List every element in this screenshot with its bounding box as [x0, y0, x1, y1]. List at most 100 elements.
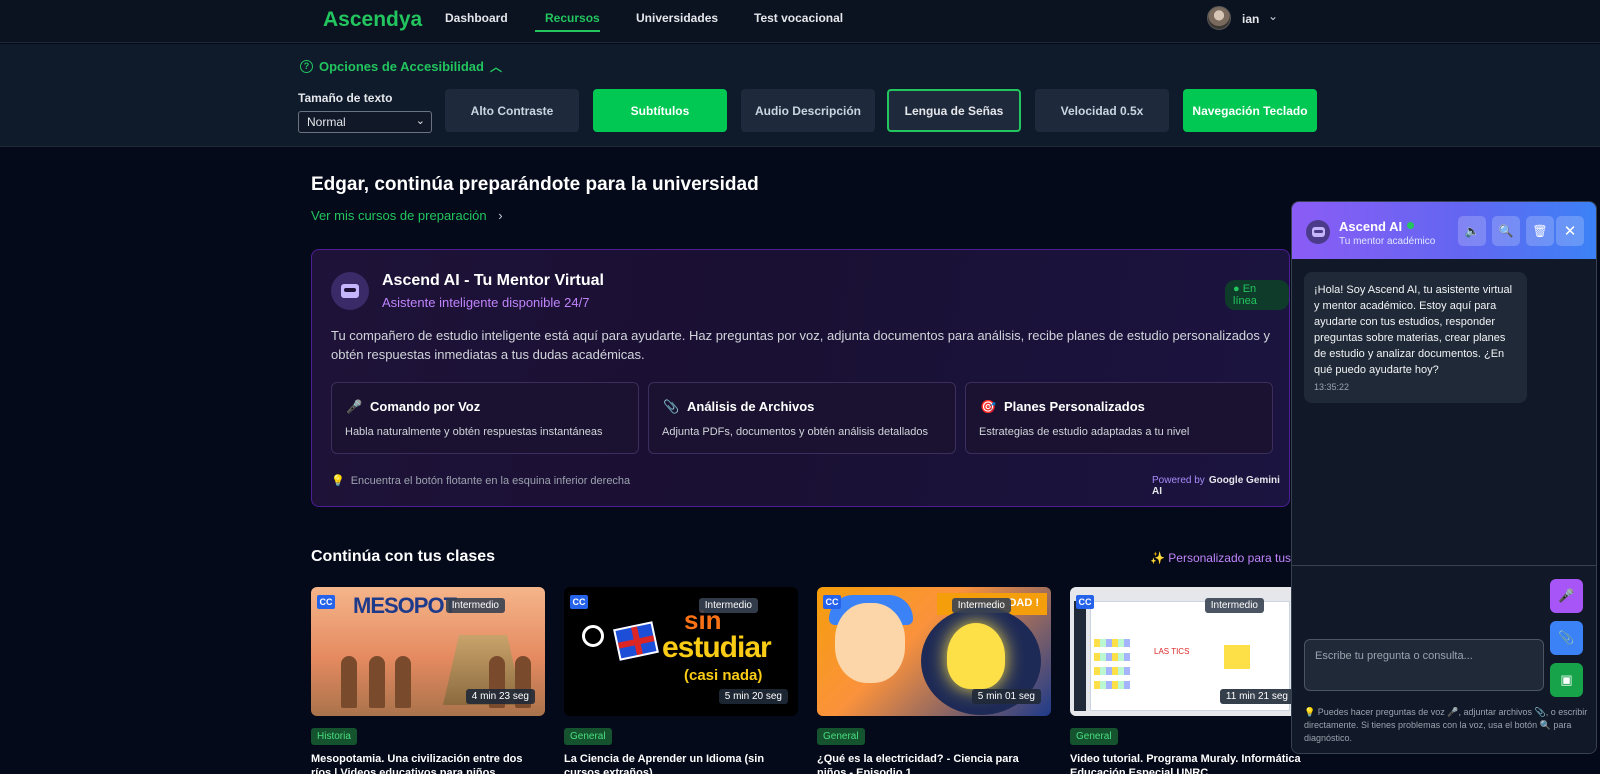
ai-card-title: Ascend AI - Tu Mentor Virtual — [382, 272, 604, 289]
ai-card-hint-text: Encuentra el botón flotante en la esquin… — [350, 475, 631, 487]
accessibility-toggle-label: Opciones de Accesibilidad — [319, 59, 484, 74]
avatar[interactable] — [1207, 6, 1231, 30]
sparkle-icon: ✨ — [1150, 551, 1169, 565]
lightbulb-icon: 💡 — [331, 475, 345, 487]
text-size-select[interactable]: Normal ⌄ — [298, 111, 432, 133]
speaker-icon[interactable]: 🔈 — [1458, 216, 1486, 246]
message-text: ¡Hola! Soy Ascend AI, tu asistente virtu… — [1314, 284, 1513, 376]
nav-dashboard[interactable]: Dashboard — [445, 11, 508, 25]
feature-plans: 🎯 Planes Personalizados Estrategias de e… — [965, 382, 1273, 454]
audio-description-button[interactable]: Audio Descripción — [741, 89, 875, 132]
video-title[interactable]: La Ciencia de Aprender un Idioma (sin cu… — [564, 752, 798, 774]
prep-courses-link[interactable]: Ver mis cursos de preparación › — [311, 208, 503, 223]
video-card[interactable]: LAS TICS CC Intermedio 11 min 21 seg Gen… — [1070, 587, 1304, 774]
app-logo[interactable]: Ascendya — [323, 8, 422, 32]
accessibility-toggle[interactable]: ? Opciones de Accesibilidad ︿ — [300, 58, 502, 75]
powered-by: Powered by Google Gemini AI — [1152, 475, 1289, 497]
help-circle-icon: ? — [300, 60, 313, 73]
cc-badge: CC — [570, 595, 588, 609]
video-title[interactable]: Video tutorial. Programa Muraly. Informá… — [1070, 752, 1304, 774]
category-tag: General — [1070, 728, 1118, 745]
paperclip-icon: 📎 — [663, 399, 680, 414]
thumbnail-text: LAS TICS — [1154, 647, 1190, 656]
thumbnail-text: (casi nada) — [684, 667, 763, 684]
video-title[interactable]: Mesopotamia. Una civilización entre dos … — [311, 752, 545, 774]
chevron-down-icon: ⌄ — [415, 115, 425, 127]
category-tag: General — [817, 728, 865, 745]
thumbnail-text: MESOPOT — [353, 593, 457, 618]
online-dot-icon — [1407, 222, 1414, 229]
user-name[interactable]: ian — [1242, 12, 1259, 26]
text-size-label: Tamaño de texto — [298, 91, 393, 105]
chat-title: Ascend AI — [1339, 219, 1403, 234]
trash-icon[interactable]: 🗑 — [1526, 216, 1554, 246]
assistant-message: ¡Hola! Soy Ascend AI, tu asistente virtu… — [1304, 272, 1527, 403]
robot-icon — [1306, 220, 1330, 244]
search-icon[interactable]: 🔍 — [1492, 216, 1520, 246]
nav-recursos[interactable]: Recursos — [545, 11, 600, 25]
nav-universidades[interactable]: Universidades — [636, 11, 718, 25]
ai-card-hint: 💡 Encuentra el botón flotante en la esqui… — [331, 474, 630, 487]
feature-desc: Adjunta PDFs, documentos y obtén análisi… — [662, 426, 928, 438]
cc-badge: CC — [1076, 595, 1094, 609]
ai-card-description: Tu compañero de estudio inteligente está… — [331, 328, 1270, 362]
duration-badge: 5 min 20 seg — [718, 689, 788, 704]
chat-tip: 💡 Puedes hacer preguntas de voz 🎤, adjun… — [1304, 707, 1588, 743]
paperclip-icon[interactable]: 📎 — [1550, 621, 1583, 655]
video-card[interactable]: MESOPOT CC Intermedio 4 min 23 seg Histo… — [311, 587, 545, 774]
video-thumbnail[interactable]: LAS TICS CC Intermedio 11 min 21 seg — [1070, 587, 1304, 716]
nav-test-vocacional[interactable]: Test vocacional — [754, 11, 843, 25]
text-size-value: Normal — [307, 115, 346, 129]
robot-icon — [331, 272, 369, 310]
cc-badge: CC — [317, 595, 335, 609]
video-thumbnail[interactable]: MESOPOT CC Intermedio 4 min 23 seg — [311, 587, 545, 716]
video-card[interactable]: DAD ! CC Intermedio 5 min 01 seg General… — [817, 587, 1051, 774]
video-thumbnail[interactable]: sin estudiar (casi nada) CC Intermedio 5… — [564, 587, 798, 716]
ai-chat-panel: Ascend AI Tu mentor académico 🔈 🔍 🗑 ✕ ¡H… — [1291, 201, 1597, 754]
high-contrast-button[interactable]: Alto Contraste — [445, 89, 579, 132]
level-badge: Intermedio — [951, 598, 1011, 613]
personalized-label: Personalizado para tus ru — [1168, 551, 1306, 565]
chevron-up-icon: ︿ — [489, 60, 502, 74]
ai-mentor-card: Ascend AI - Tu Mentor Virtual Asistente … — [311, 249, 1290, 507]
ai-card-subtitle: Asistente inteligente disponible 24/7 — [382, 295, 590, 310]
chevron-down-icon[interactable]: ⌄ — [1268, 9, 1278, 23]
powered-by-label: Powered by — [1152, 475, 1205, 486]
top-navbar: Ascendya Dashboard Recursos Universidade… — [0, 0, 1600, 43]
status-dot-icon: ● — [1233, 283, 1243, 295]
category-tag: General — [564, 728, 612, 745]
level-badge: Intermedio — [1204, 598, 1264, 613]
message-time: 13:35:22 — [1314, 382, 1350, 392]
microphone-icon[interactable]: 🎤 — [1550, 579, 1583, 613]
target-icon: 🎯 — [980, 399, 997, 414]
keyboard-navigation-button[interactable]: Navegación Teclado — [1183, 89, 1317, 132]
cc-badge: CC — [823, 595, 841, 609]
chat-footer: 🎤 📎 ▣ Escribe tu pregunta o consulta... … — [1292, 565, 1596, 753]
chevron-right-icon: › — [498, 208, 503, 223]
prep-courses-link-label: Ver mis cursos de preparación — [311, 208, 487, 223]
subtitles-button[interactable]: Subtítulos — [593, 89, 727, 132]
send-icon[interactable]: ▣ — [1550, 663, 1583, 697]
video-title[interactable]: ¿Qué es la electricidad? - Ciencia para … — [817, 752, 1051, 774]
sign-language-button[interactable]: Lengua de Señas — [887, 89, 1021, 132]
duration-badge: 5 min 01 seg — [971, 689, 1041, 704]
duration-badge: 11 min 21 seg — [1219, 689, 1294, 704]
feature-files: 📎 Análisis de Archivos Adjunta PDFs, doc… — [648, 382, 956, 454]
feature-title: Planes Personalizados — [1004, 399, 1145, 414]
feature-desc: Habla naturalmente y obtén respuestas in… — [345, 426, 603, 438]
thumbnail-text: estudiar — [662, 631, 772, 664]
chat-subtitle: Tu mentor académico — [1339, 236, 1436, 247]
duration-badge: 4 min 23 seg — [465, 689, 535, 704]
video-thumbnail[interactable]: DAD ! CC Intermedio 5 min 01 seg — [817, 587, 1051, 716]
feature-title: Comando por Voz — [370, 399, 481, 414]
category-tag: Historia — [311, 728, 357, 745]
feature-voice: 🎤 Comando por Voz Habla naturalmente y o… — [331, 382, 639, 454]
video-card[interactable]: sin estudiar (casi nada) CC Intermedio 5… — [564, 587, 798, 774]
feature-desc: Estrategias de estudio adaptadas a tu ni… — [979, 426, 1190, 438]
speed-button[interactable]: Velocidad 0.5x — [1035, 89, 1169, 132]
close-icon[interactable]: ✕ — [1556, 216, 1584, 246]
chat-input[interactable]: Escribe tu pregunta o consulta... — [1304, 639, 1544, 691]
chat-header: Ascend AI Tu mentor académico 🔈 🔍 🗑 ✕ — [1292, 202, 1596, 259]
page-title: Edgar, continúa preparándote para la uni… — [311, 174, 759, 195]
personalized-link[interactable]: ✨ Personalizado para tus ru — [1150, 551, 1305, 565]
